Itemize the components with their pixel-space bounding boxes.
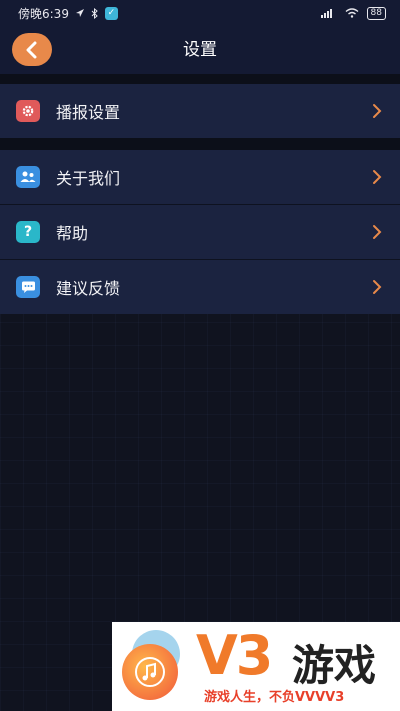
- people-icon: [16, 166, 40, 188]
- page-title: 设置: [183, 40, 217, 60]
- app-notification-icon: ✓: [104, 6, 118, 20]
- chevron-right-icon: [373, 225, 382, 239]
- location-icon: [75, 9, 84, 17]
- chevron-right-icon: [373, 104, 382, 118]
- menu-item-feedback[interactable]: 建议反馈: [0, 260, 400, 314]
- watermark-name: 游戏: [292, 641, 377, 690]
- signal-icon: [320, 9, 332, 18]
- watermark-slogan: 游戏人生，不负VVVV3: [204, 690, 345, 705]
- chevron-right-icon: [373, 170, 382, 184]
- top-bar: 设置: [0, 26, 400, 74]
- chevron-right-icon: [373, 280, 382, 294]
- section-divider: [0, 74, 400, 84]
- question-icon: ?: [16, 221, 40, 243]
- menu-item-label: 帮助: [56, 224, 89, 243]
- watermark-brand: V3: [196, 624, 273, 687]
- back-button[interactable]: [12, 33, 52, 66]
- music-icon: [135, 657, 165, 687]
- status-time: 傍晚6:39: [18, 6, 69, 21]
- menu-item-label: 建议反馈: [56, 279, 121, 298]
- wifi-icon: [345, 8, 358, 18]
- logo-shape: [122, 644, 178, 700]
- section-divider: [0, 138, 400, 150]
- menu-item-label: 播报设置: [56, 103, 121, 122]
- menu-item-broadcast-settings[interactable]: 播报设置: [0, 84, 400, 138]
- status-bar: 傍晚6:39 ✓ 88: [0, 0, 400, 26]
- battery-indicator: 88: [366, 6, 386, 20]
- watermark-logo: V3 游戏 游戏人生，不负VVVV3: [112, 622, 400, 711]
- chat-icon: [16, 276, 40, 298]
- chevron-left-icon: [26, 41, 37, 58]
- gear-icon: [16, 100, 40, 122]
- menu-item-label: 关于我们: [56, 169, 121, 188]
- menu-item-help[interactable]: ? 帮助: [0, 205, 400, 259]
- menu-item-about-us[interactable]: 关于我们: [0, 150, 400, 204]
- bluetooth-icon: [91, 7, 98, 19]
